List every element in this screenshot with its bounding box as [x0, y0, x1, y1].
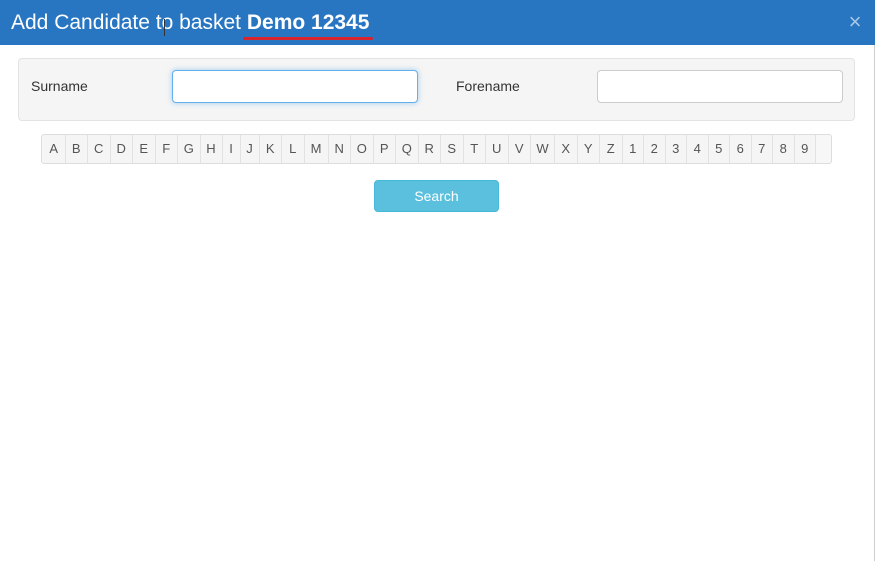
alpha-filter-a[interactable]: A — [43, 135, 66, 163]
alpha-filter-u[interactable]: U — [486, 135, 509, 163]
alpha-filter-1[interactable]: 1 — [622, 135, 644, 163]
alpha-filter-n[interactable]: N — [328, 135, 351, 163]
alpha-filter-w[interactable]: W — [531, 135, 555, 163]
alpha-filter-d[interactable]: D — [110, 135, 133, 163]
alpha-filter-l[interactable]: L — [282, 135, 305, 163]
alpha-filter-5[interactable]: 5 — [708, 135, 730, 163]
search-form-panel: Surname Forename — [18, 58, 855, 121]
alpha-filter-e[interactable]: E — [133, 135, 156, 163]
alpha-filter-r[interactable]: R — [418, 135, 441, 163]
alpha-filter-p[interactable]: P — [373, 135, 396, 163]
alpha-filter-v[interactable]: V — [508, 135, 531, 163]
surname-input[interactable] — [172, 70, 418, 103]
dialog-title: Add Candidate to basket Demo 12345 — [11, 9, 374, 40]
search-button[interactable]: Search — [374, 180, 499, 212]
surname-label: Surname — [31, 78, 88, 94]
alpha-filter-x[interactable]: X — [555, 135, 578, 163]
basket-name-underline — [242, 37, 374, 40]
dialog-titlebar: Add Candidate to basket Demo 12345 × — [0, 0, 875, 45]
alpha-filter-7[interactable]: 7 — [751, 135, 773, 163]
alpha-filter-s[interactable]: S — [441, 135, 464, 163]
alpha-filter-q[interactable]: Q — [396, 135, 419, 163]
basket-name-text: Demo 12345 — [246, 11, 370, 34]
alpha-filter-b[interactable]: B — [65, 135, 88, 163]
forename-input[interactable] — [597, 70, 843, 103]
alpha-filter-3[interactable]: 3 — [665, 135, 687, 163]
close-icon[interactable]: × — [846, 11, 864, 33]
alpha-filter-9[interactable]: 9 — [794, 135, 816, 163]
alpha-filter-j[interactable]: J — [240, 135, 260, 163]
forename-label: Forename — [456, 78, 520, 94]
alpha-filter-i[interactable]: I — [222, 135, 241, 163]
alpha-filter-c[interactable]: C — [88, 135, 111, 163]
alphabet-filter-bar: ABCDEFGHIJKLMNOPQRSTUVWXYZ123456789 — [41, 134, 832, 164]
alpha-filter-k[interactable]: K — [259, 135, 282, 163]
alpha-filter-z[interactable]: Z — [600, 135, 623, 163]
alpha-filter-6[interactable]: 6 — [730, 135, 752, 163]
alpha-filter-f[interactable]: F — [155, 135, 178, 163]
alpha-filter-o[interactable]: O — [351, 135, 374, 163]
alpha-filter-8[interactable]: 8 — [773, 135, 795, 163]
dialog-title-prefix: Add Candidate to basket — [11, 11, 241, 34]
alpha-filter-t[interactable]: T — [463, 135, 486, 163]
alpha-filter-h[interactable]: H — [200, 135, 223, 163]
alpha-filter-m[interactable]: M — [304, 135, 329, 163]
text-cursor — [164, 19, 165, 36]
alpha-filter-g[interactable]: G — [178, 135, 201, 163]
alpha-filter-y[interactable]: Y — [577, 135, 600, 163]
alpha-filter-2[interactable]: 2 — [644, 135, 666, 163]
alpha-filter-4[interactable]: 4 — [687, 135, 709, 163]
add-candidate-dialog: Add Candidate to basket Demo 12345 × Sur… — [0, 0, 875, 561]
basket-name: Demo 12345 — [242, 9, 374, 40]
